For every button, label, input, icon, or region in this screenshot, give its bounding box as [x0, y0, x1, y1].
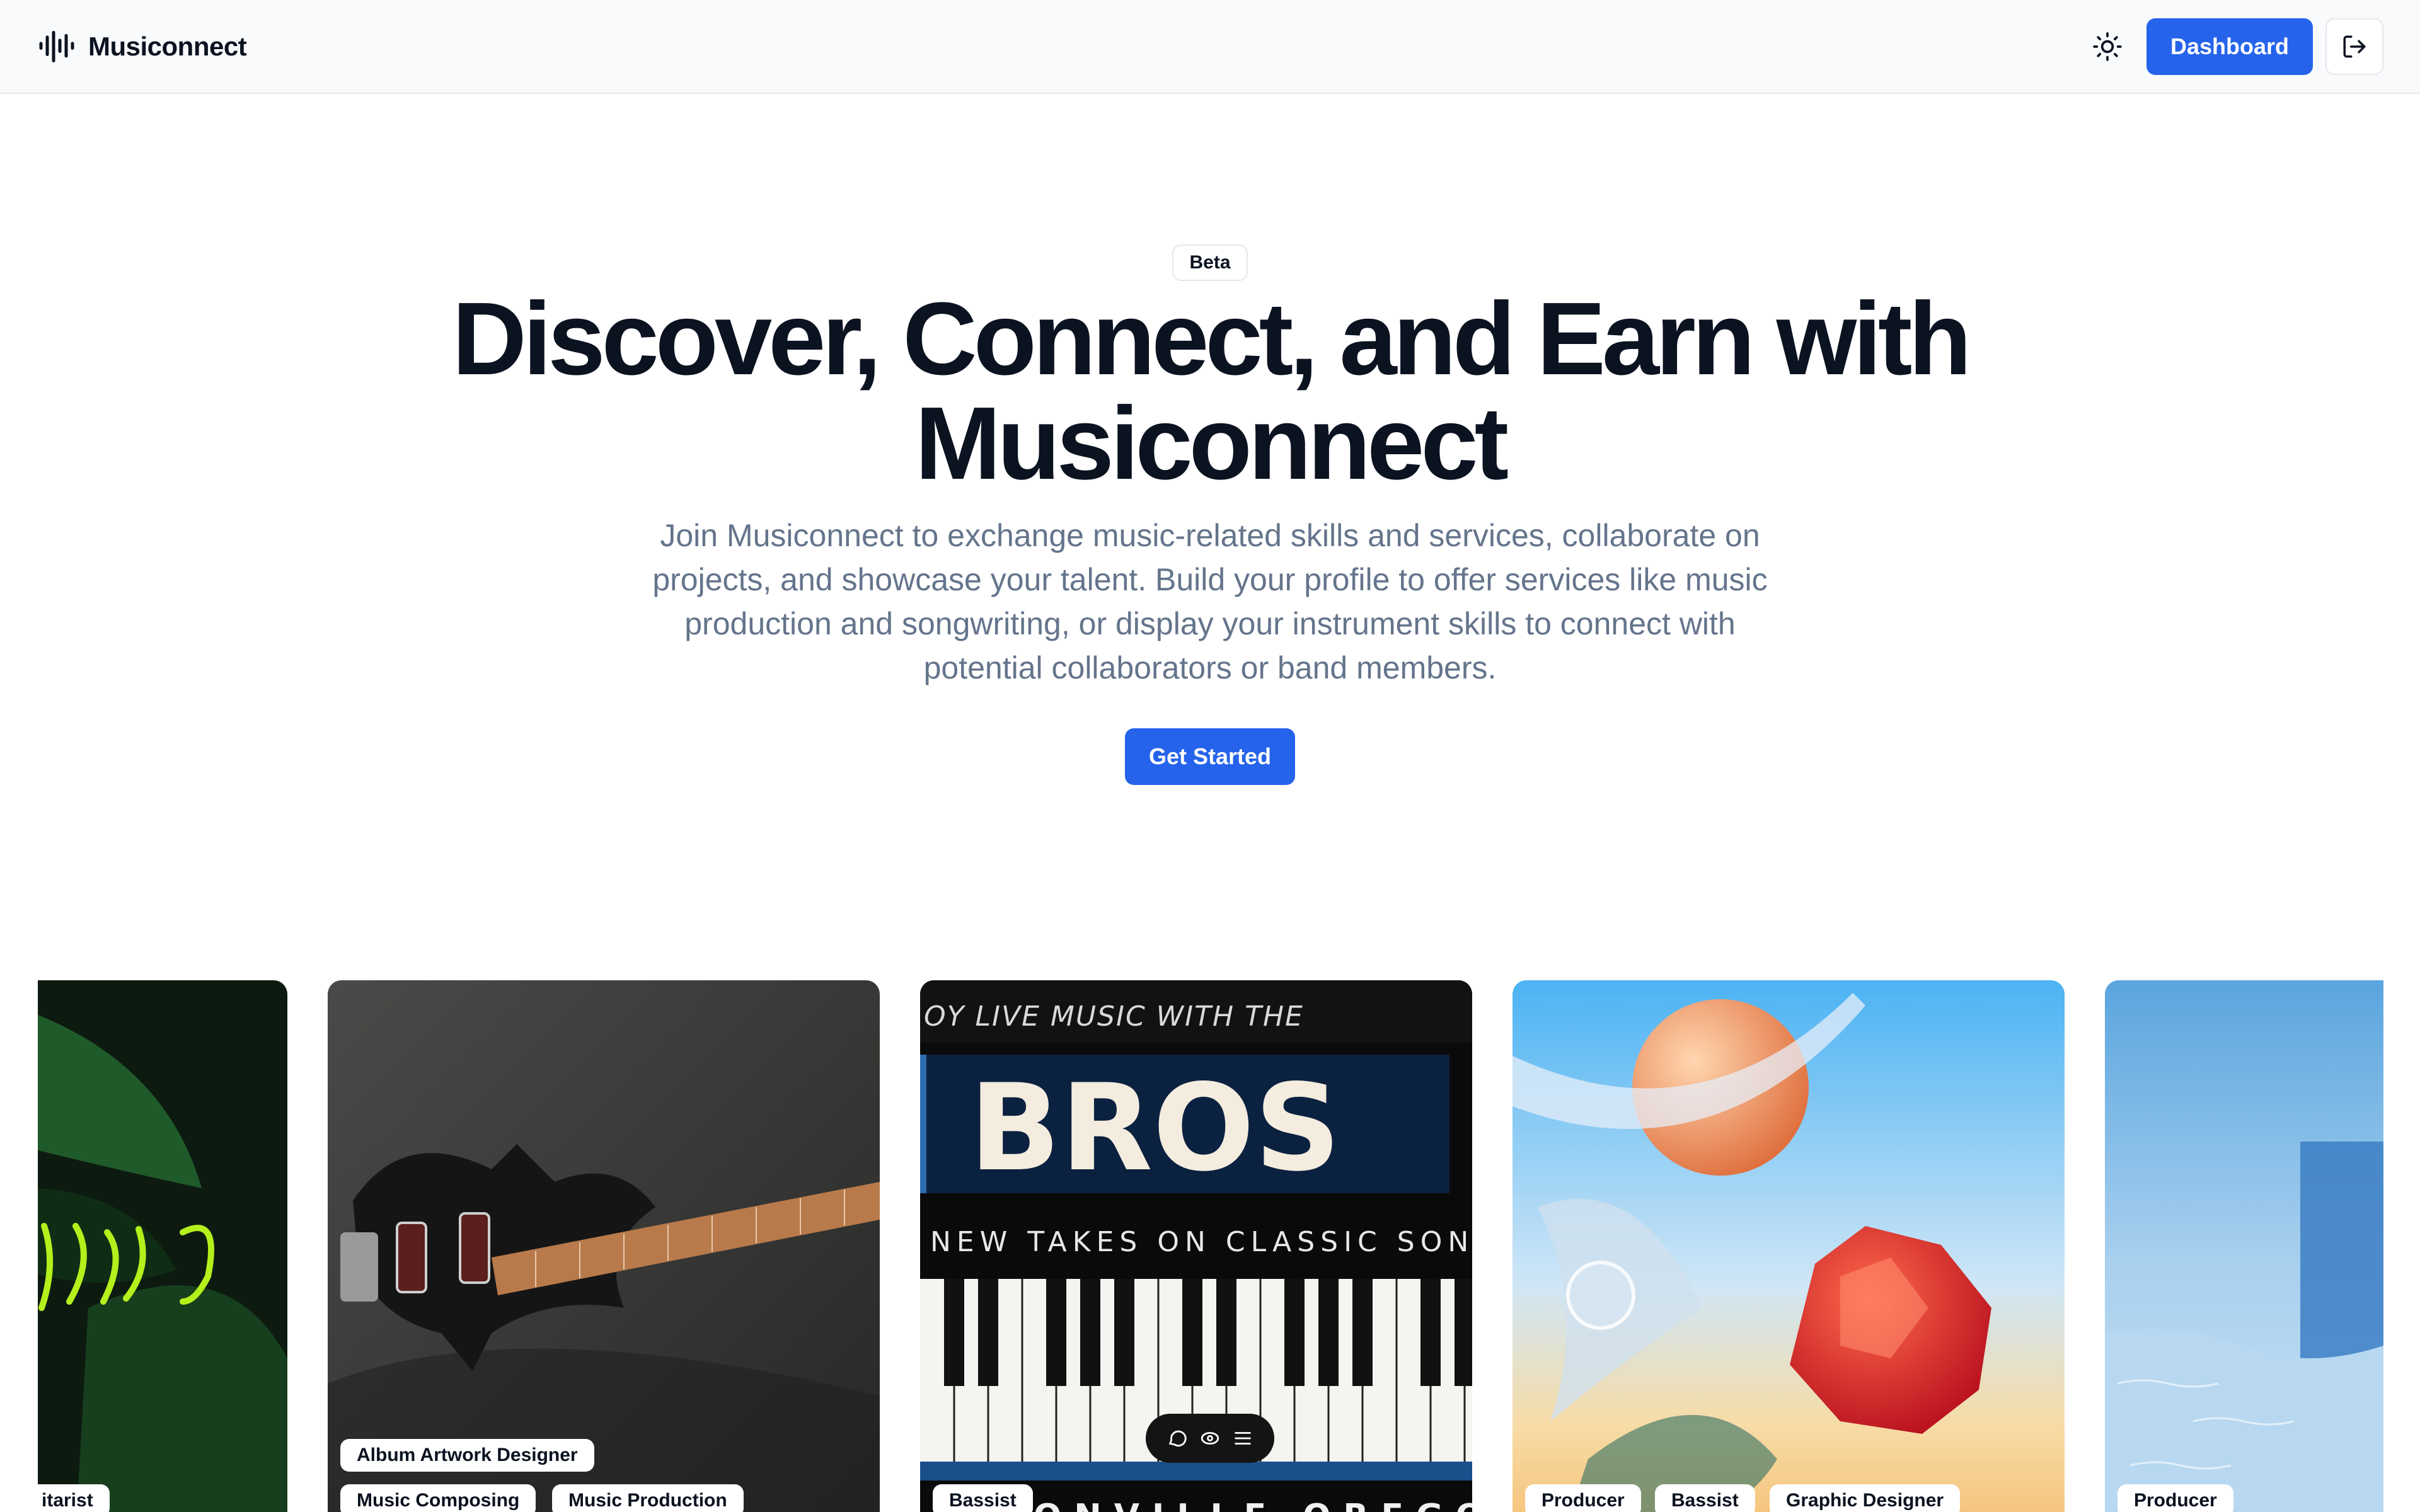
card-image: [2105, 980, 2383, 1512]
soundwave-icon: [39, 31, 74, 62]
card-image: [38, 980, 287, 1512]
hero-title-line2: Musiconnect: [914, 386, 1509, 501]
profile-card[interactable]: itarist: [38, 980, 287, 1512]
poster-top-text: OY LIVE MUSIC WITH THE: [924, 1000, 1304, 1033]
skill-tag: Album Artwork Designer: [340, 1439, 594, 1472]
poster-subtitle: NEW TAKES ON CLASSIC SONGS: [930, 1226, 1472, 1258]
hero-title-line1: Discover, Connect, and Earn with: [452, 281, 1971, 396]
image-toolbar: [1146, 1414, 1274, 1463]
hero-title: Discover, Connect, and Earn with Musicon…: [315, 287, 2105, 496]
sun-icon: [2093, 32, 2122, 61]
card-image: [328, 980, 880, 1512]
beta-badge: Beta: [1172, 244, 1248, 281]
get-started-button[interactable]: Get Started: [1125, 728, 1295, 785]
eye-icon[interactable]: [1199, 1428, 1221, 1449]
theme-toggle-button[interactable]: [2086, 25, 2129, 68]
profile-card[interactable]: Producer: [2105, 980, 2383, 1512]
brand-link[interactable]: Musiconnect: [38, 25, 247, 68]
profile-card[interactable]: Producer Bassist Graphic Designer: [1512, 980, 2065, 1512]
skill-tag: Bassist: [933, 1484, 1033, 1512]
poster-bottom-text: ONVILLE OREGO: [1034, 1498, 1472, 1512]
logout-button[interactable]: [2325, 18, 2383, 75]
comment-icon[interactable]: [1167, 1428, 1188, 1449]
skill-tag: Bassist: [1655, 1484, 1755, 1512]
skill-tag: Producer: [1525, 1484, 1641, 1512]
skill-tag: Music Composing: [340, 1484, 536, 1512]
card-image: [1512, 980, 2065, 1512]
dashboard-button[interactable]: Dashboard: [2146, 18, 2313, 75]
logout-icon: [2343, 35, 2366, 58]
menu-icon[interactable]: [1232, 1428, 1253, 1449]
skill-tag: itarist: [38, 1484, 110, 1512]
skill-tag: Producer: [2118, 1484, 2233, 1512]
brand-name: Musiconnect: [88, 32, 247, 61]
poster-title: BROS: [969, 1058, 1340, 1198]
skill-tag: Music Production: [552, 1484, 744, 1512]
hero-subtitle: Join Musiconnect to exchange music-relat…: [652, 518, 1768, 685]
profile-card[interactable]: Album Artwork Designer Music Composing M…: [328, 980, 880, 1512]
skill-tag: Graphic Designer: [1770, 1484, 1961, 1512]
top-nav: Musiconnect Dashboard: [0, 0, 2420, 94]
